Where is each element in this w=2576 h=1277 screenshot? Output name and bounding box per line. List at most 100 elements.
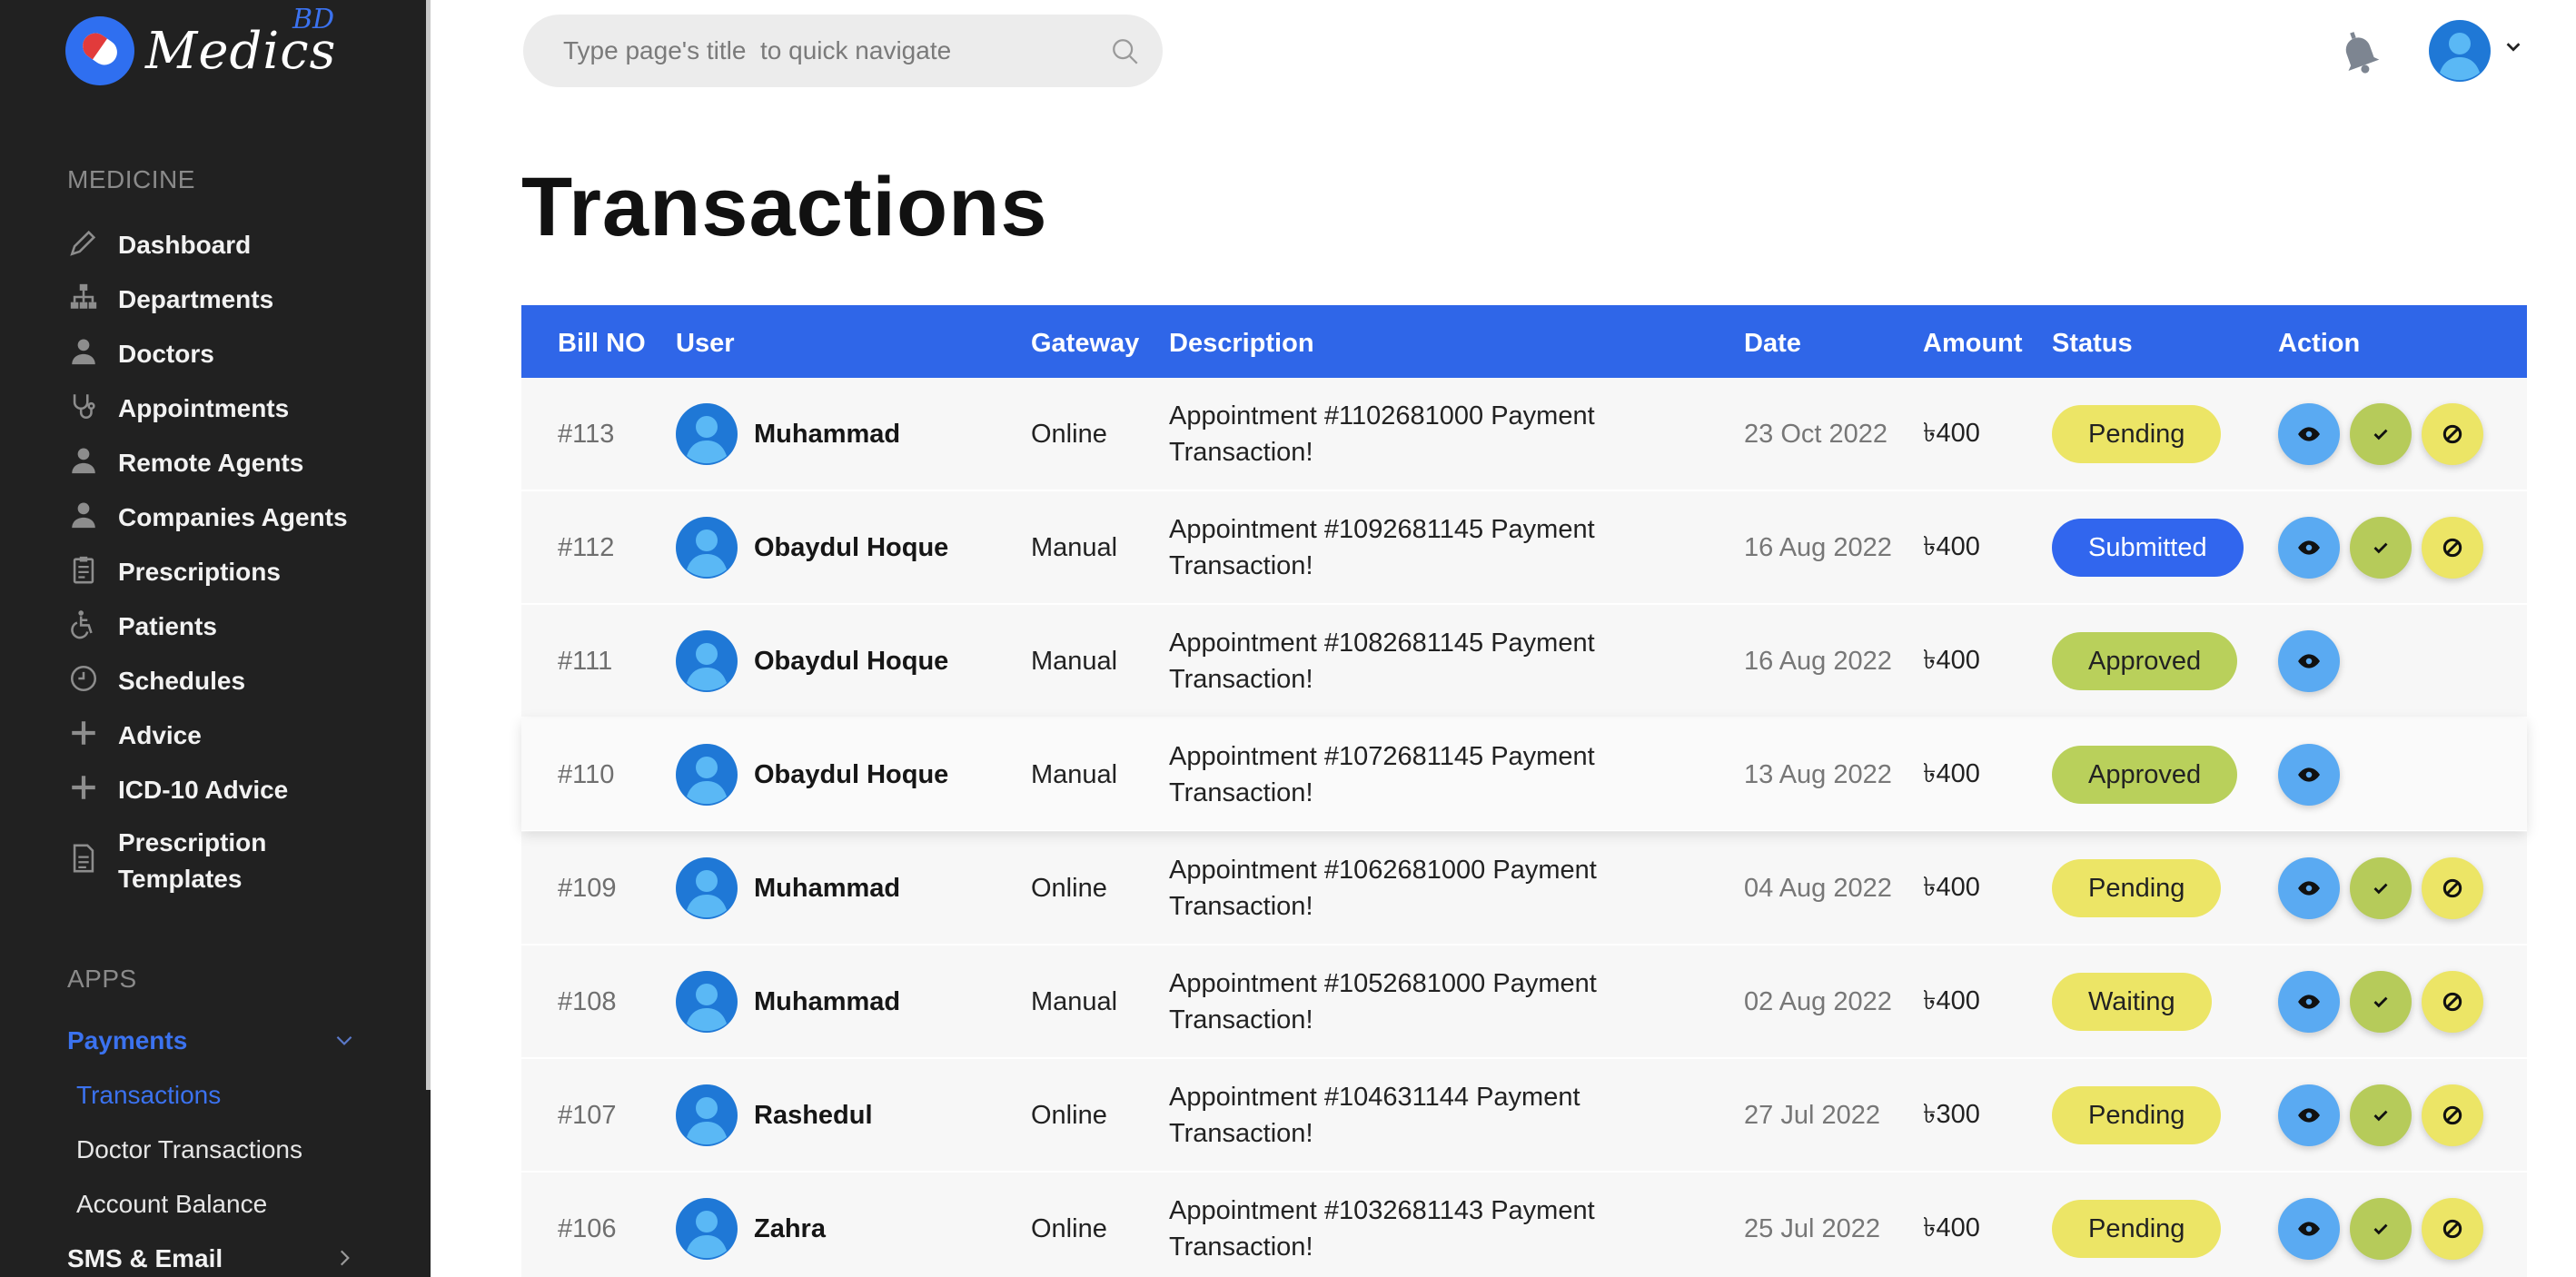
eye-icon: [2297, 990, 2321, 1014]
ban-icon: [2441, 536, 2464, 559]
sidebar-item-departments[interactable]: Departments: [67, 282, 273, 318]
sidebar-item-label: Schedules: [118, 667, 246, 695]
user-avatar-icon[interactable]: [2429, 20, 2491, 82]
header-status[interactable]: Status: [2052, 329, 2133, 359]
cell-user[interactable]: Muhammad: [676, 378, 900, 490]
view-button[interactable]: [2278, 630, 2340, 692]
cell-user[interactable]: Muhammad: [676, 832, 900, 945]
sidebar-subitem-account-balance[interactable]: Account Balance: [76, 1190, 267, 1219]
cell-amount: ৳400: [1923, 872, 1980, 902]
check-icon: [2369, 1104, 2393, 1127]
cell-date: 04 Aug 2022: [1744, 873, 1892, 903]
header-gateway[interactable]: Gateway: [1031, 329, 1139, 359]
sidebar-item-prescriptions[interactable]: Prescriptions: [67, 554, 281, 590]
cell-action: [2278, 605, 2340, 718]
sidebar-item-remote-agents[interactable]: Remote Agents: [67, 445, 303, 481]
approve-button[interactable]: [2350, 1198, 2412, 1260]
sidebar-item-sms-email[interactable]: SMS & Email: [67, 1244, 223, 1273]
sidebar-item-payments[interactable]: Payments: [67, 1026, 187, 1055]
header-user[interactable]: User: [676, 329, 735, 359]
sidebar-item-label: Prescriptions: [118, 558, 281, 586]
sidebar-item-dashboard[interactable]: Dashboard: [67, 227, 251, 263]
sidebar-subitem-transactions[interactable]: Transactions: [76, 1081, 221, 1110]
cell-bill-no: #108: [558, 986, 617, 1016]
table-row[interactable]: #107 Rashedul Online Appointment #104631144…: [521, 1059, 2527, 1172]
sidebar-item-schedules[interactable]: Schedules: [67, 663, 245, 699]
header-bill-no[interactable]: Bill NO: [558, 329, 646, 359]
reject-button[interactable]: [2422, 1084, 2483, 1146]
reject-button[interactable]: [2422, 403, 2483, 465]
sidebar-item-advice[interactable]: Advice: [67, 718, 202, 754]
avatar: [676, 403, 738, 465]
view-button[interactable]: [2278, 744, 2340, 806]
reject-button[interactable]: [2422, 1198, 2483, 1260]
table-row[interactable]: #112 Obaydul Hoque Manual Appointment #1092…: [521, 491, 2527, 604]
sidebar-scrollbar[interactable]: [426, 0, 431, 1090]
section-label-medicine: MEDICINE: [67, 165, 195, 193]
chevron-right-icon[interactable]: [332, 1246, 356, 1276]
view-button[interactable]: [2278, 971, 2340, 1033]
approve-button[interactable]: [2350, 517, 2412, 579]
doctor-icon: [67, 336, 100, 369]
search-icon[interactable]: [1110, 36, 1141, 67]
cell-bill-no: #112: [558, 532, 615, 562]
approve-button[interactable]: [2350, 857, 2412, 919]
table-row[interactable]: #109 Muhammad Online Appointment #106268100…: [521, 832, 2527, 945]
approve-button[interactable]: [2350, 403, 2412, 465]
eye-icon: [2297, 649, 2321, 673]
cell-user[interactable]: Obaydul Hoque: [676, 718, 948, 831]
table-row[interactable]: #110 Obaydul Hoque Manual Appointment #1072…: [521, 718, 2527, 831]
reject-button[interactable]: [2422, 517, 2483, 579]
approve-button[interactable]: [2350, 1084, 2412, 1146]
status-badge: Pending: [2052, 1086, 2222, 1144]
ban-icon: [2441, 422, 2464, 446]
view-button[interactable]: [2278, 1084, 2340, 1146]
cell-amount: ৳400: [1923, 985, 1980, 1015]
search-input[interactable]: [563, 36, 1123, 65]
page-title: Transactions: [521, 161, 1048, 253]
reject-button[interactable]: [2422, 971, 2483, 1033]
table-row[interactable]: #106 Zahra Online Appointment #1032681143 P…: [521, 1173, 2527, 1277]
cell-user[interactable]: Zahra: [676, 1173, 826, 1277]
approve-button[interactable]: [2350, 971, 2412, 1033]
sidebar-item-label: Doctors: [118, 340, 214, 368]
user-name: Obaydul Hoque: [754, 646, 949, 676]
sidebar-subitem-doctor-transactions[interactable]: Doctor Transactions: [76, 1135, 302, 1164]
cell-user[interactable]: Obaydul Hoque: [676, 605, 948, 718]
reject-button[interactable]: [2422, 857, 2483, 919]
avatar: [676, 630, 738, 692]
table-row[interactable]: #113 Muhammad Online Appointment #110268100…: [521, 378, 2527, 490]
view-button[interactable]: [2278, 403, 2340, 465]
chevron-down-icon[interactable]: [2503, 36, 2523, 63]
chevron-down-icon[interactable]: [332, 1028, 356, 1058]
cell-bill-no: #106: [558, 1213, 617, 1243]
sidebar-item-patients[interactable]: Patients: [67, 609, 217, 645]
header-date[interactable]: Date: [1744, 329, 1801, 359]
view-button[interactable]: [2278, 517, 2340, 579]
status-badge: Waiting: [2052, 973, 2212, 1031]
table-row[interactable]: #111 Obaydul Hoque Manual Appointment #1082…: [521, 605, 2527, 718]
avatar: [676, 1198, 738, 1260]
table-row[interactable]: #108 Muhammad Manual Appointment #105268100…: [521, 945, 2527, 1058]
view-button[interactable]: [2278, 857, 2340, 919]
clipboard-icon: [67, 554, 100, 587]
sidebar-item-appointments[interactable]: Appointments: [67, 391, 289, 427]
cell-action: [2278, 945, 2483, 1058]
bell-icon[interactable]: [2334, 27, 2383, 76]
user-name: Muhammad: [754, 873, 901, 903]
cell-bill-no: #109: [558, 873, 617, 903]
sidebar-item-icd10-advice[interactable]: ICD-10 Advice: [67, 772, 288, 808]
cell-user[interactable]: Rashedul: [676, 1059, 873, 1172]
cell-user[interactable]: Obaydul Hoque: [676, 491, 948, 604]
cell-description: Appointment #1082681145 Payment Transacti…: [1169, 629, 1595, 694]
view-button[interactable]: [2278, 1198, 2340, 1260]
cell-user[interactable]: Muhammad: [676, 945, 900, 1058]
sidebar-item-companies-agents[interactable]: Companies Agents: [67, 500, 348, 536]
sidebar-item-label: Advice: [118, 721, 202, 749]
cell-description: Appointment #104631144 Payment Transactio…: [1169, 1083, 1580, 1148]
sidebar-item-prescription-templates[interactable]: Prescription Templates: [67, 825, 266, 897]
header-amount[interactable]: Amount: [1923, 329, 2023, 359]
sidebar-item-doctors[interactable]: Doctors: [67, 336, 214, 372]
quick-nav-search[interactable]: [523, 15, 1163, 87]
header-description[interactable]: Description: [1169, 329, 1314, 359]
